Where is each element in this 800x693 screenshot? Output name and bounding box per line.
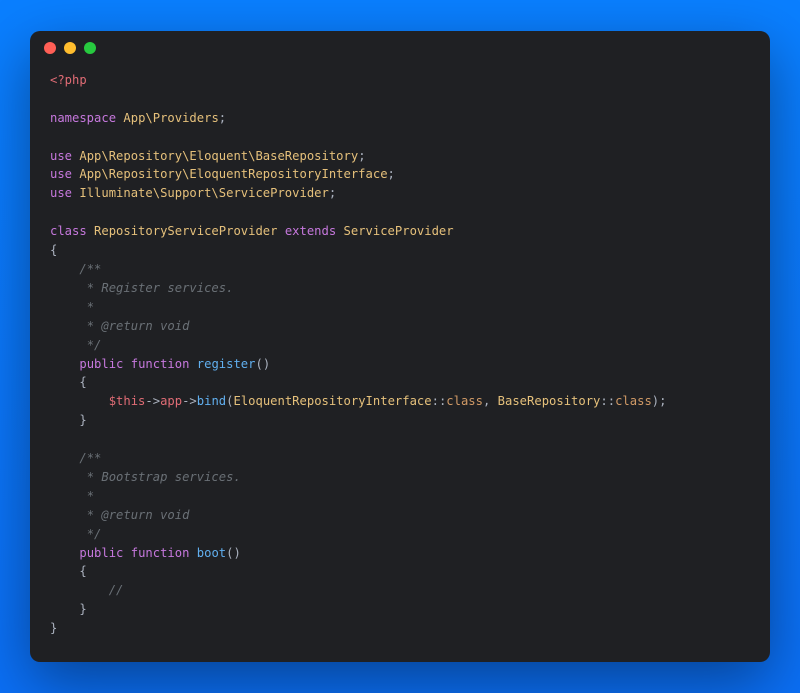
php-open-tag: <?php [50, 73, 87, 87]
code-block: <?php namespace App\Providers; use App\R… [30, 65, 770, 662]
kw-function: function [131, 546, 190, 560]
fn-boot: boot [197, 546, 226, 560]
docblock-return: * @return void [79, 508, 189, 522]
docblock-return: * @return void [79, 319, 189, 333]
empty-comment: // [109, 583, 124, 597]
kw-extends: extends [285, 224, 336, 238]
docblock-open: /** [79, 262, 101, 276]
kw-class: class [50, 224, 87, 238]
docblock-register: * Register services. [79, 281, 233, 295]
minimize-icon[interactable] [64, 42, 76, 54]
kw-namespace: namespace [50, 111, 116, 125]
fn-register: register [197, 357, 256, 371]
namespace-path: App\Providers [123, 111, 218, 125]
docblock-bootstrap: * Bootstrap services. [79, 470, 240, 484]
var-this: $this [109, 394, 146, 408]
class-const: class [446, 394, 483, 408]
window-titlebar [30, 31, 770, 65]
kw-public: public [79, 546, 123, 560]
docblock-open: /** [79, 451, 101, 465]
class-name: RepositoryServiceProvider [94, 224, 277, 238]
maximize-icon[interactable] [84, 42, 96, 54]
type-eloquent-repo-interface: EloquentRepositoryInterface [233, 394, 431, 408]
fn-bind: bind [197, 394, 226, 408]
kw-function: function [131, 357, 190, 371]
kw-use: use [50, 167, 72, 181]
use-service-provider: Illuminate\Support\ServiceProvider [79, 186, 328, 200]
kw-use: use [50, 149, 72, 163]
use-eloquent-repo-interface: App\Repository\EloquentRepositoryInterfa… [79, 167, 387, 181]
class-const: class [615, 394, 652, 408]
code-window: <?php namespace App\Providers; use App\R… [30, 31, 770, 662]
parent-class: ServiceProvider [344, 224, 454, 238]
prop-app: app [160, 394, 182, 408]
use-base-repository: App\Repository\Eloquent\BaseRepository [79, 149, 358, 163]
kw-use: use [50, 186, 72, 200]
kw-public: public [79, 357, 123, 371]
type-base-repository: BaseRepository [498, 394, 601, 408]
close-icon[interactable] [44, 42, 56, 54]
